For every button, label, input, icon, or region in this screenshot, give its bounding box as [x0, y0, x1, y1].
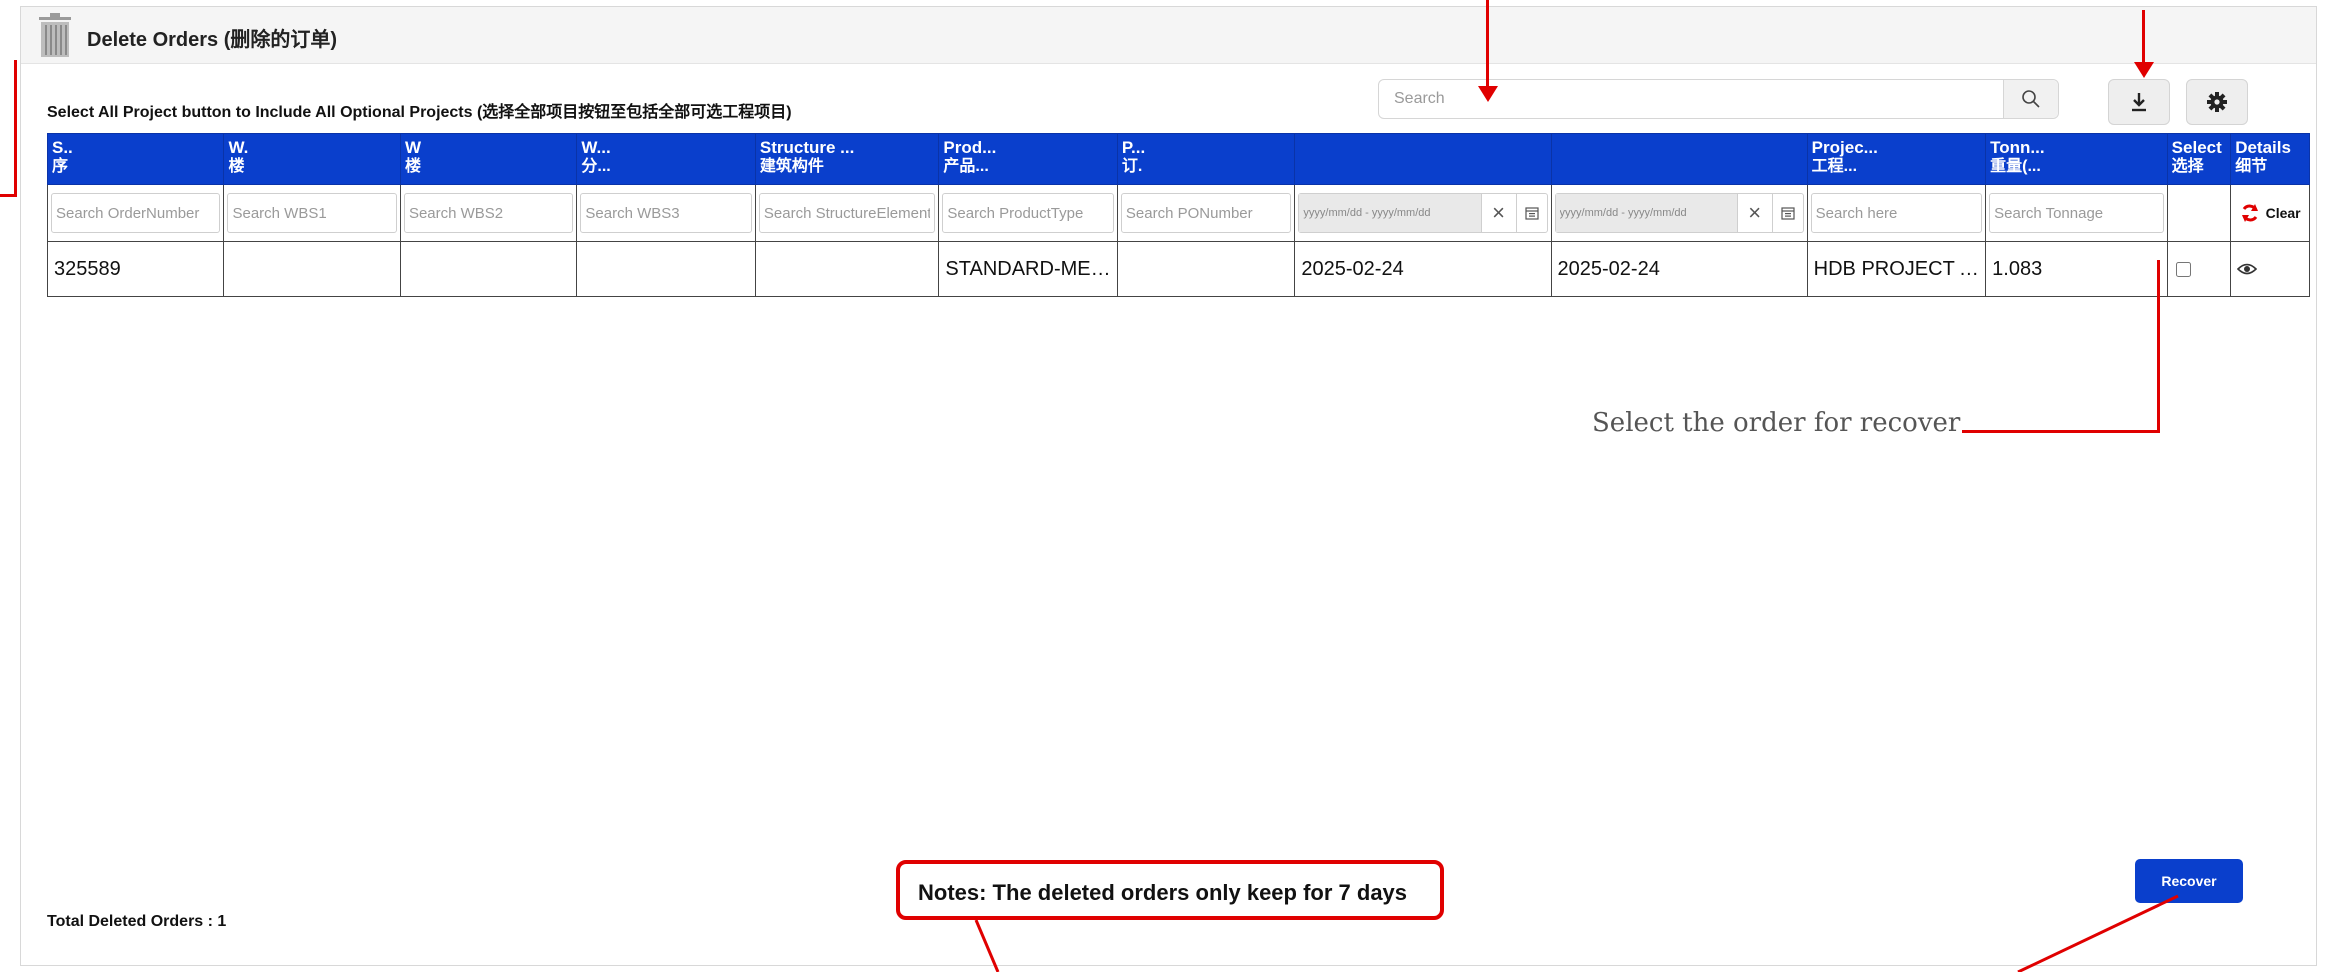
download-button[interactable] [2108, 79, 2170, 125]
settings-button[interactable] [2186, 79, 2248, 125]
eye-icon[interactable] [2237, 262, 2258, 276]
cell-order-number: 325589 [54, 257, 121, 280]
calendar-icon[interactable] [1515, 194, 1547, 232]
search-button[interactable] [2003, 80, 2058, 118]
page-title: Delete Orders (删除的订单) [87, 29, 338, 51]
col-header-project[interactable]: Projec... 工程... [1806, 133, 1987, 185]
col-header-tonnage[interactable]: Tonn... 重量(... [1985, 133, 2168, 185]
col-header-wbs3[interactable]: W... 分... [576, 133, 756, 185]
filter-wbs3[interactable] [580, 193, 752, 233]
col-header-date2[interactable] [1550, 133, 1808, 185]
delete-orders-panel: Delete Orders (删除的订单) Select All Project… [20, 6, 2317, 966]
select-all-instruction: Select All Project button to Include All… [47, 104, 792, 121]
filter-structure[interactable] [758, 193, 936, 233]
gear-icon [2207, 92, 2227, 112]
annotation-line-select-vertical [2157, 260, 2160, 433]
filter-wbs1[interactable] [227, 193, 397, 233]
calendar-icon[interactable] [1771, 194, 1803, 232]
cell-product: STANDARD-MESH [945, 257, 1117, 280]
filter-date1: × [1298, 193, 1548, 233]
refresh-icon [2241, 204, 2258, 222]
table-header-row: S.. 序 W. 楼 W楼 W... 分... Structure ... 建筑构件 P… [46, 133, 2310, 185]
col-header-po[interactable]: P... 订. [1116, 133, 1296, 185]
trash-icon [39, 13, 71, 57]
cell-date1: 2025-02-24 [1301, 257, 1404, 280]
filter-select-empty [2166, 184, 2232, 242]
col-header-wbs2[interactable]: W楼 [399, 133, 578, 185]
col-header-structure[interactable]: Structure ... 建筑构件 [754, 133, 940, 185]
filter-date2-input[interactable] [1555, 194, 1737, 232]
recover-button[interactable]: Recover [2135, 859, 2243, 903]
notes-text: Notes: The deleted orders only keep for … [918, 880, 1408, 905]
filter-po[interactable] [1120, 193, 1292, 233]
table-row[interactable]: 325589 STANDARD-MESH 2025-02-24 2025-02-… [46, 241, 2310, 297]
filter-date2: × [1554, 193, 1804, 233]
col-header-select: Select 选择 [2166, 133, 2232, 185]
col-header-date1[interactable] [1294, 133, 1552, 185]
col-header-order[interactable]: S.. 序 [46, 133, 225, 185]
download-icon [2132, 93, 2146, 112]
cell-tonnage: 1.083 [1992, 257, 2043, 280]
search-icon [2022, 90, 2040, 108]
clear-date1-icon[interactable]: × [1480, 194, 1516, 232]
filter-project[interactable] [1810, 193, 1983, 233]
col-header-details: Details 细节 [2230, 133, 2310, 185]
clear-filters-button[interactable]: Clear [2231, 203, 2309, 223]
filter-wbs2[interactable] [403, 193, 574, 233]
annotation-arrow-download [2134, 62, 2154, 78]
deleted-orders-table: S.. 序 W. 楼 W楼 W... 分... Structure ... 建筑构件 P… [46, 133, 2310, 297]
annotation-line-left-vertical [14, 60, 17, 197]
clear-date2-icon[interactable]: × [1736, 194, 1772, 232]
annotation-arrow-search [1478, 86, 1498, 102]
select-order-annotation: Select the order for recover [1592, 408, 1961, 438]
cell-project: HDB PROJECT A... [1813, 257, 1986, 280]
annotation-line-search [1486, 0, 1489, 92]
annotation-line-download [2142, 10, 2145, 68]
filter-date1-input[interactable] [1299, 194, 1481, 232]
col-header-wbs1[interactable]: W. 楼 [223, 133, 401, 185]
filter-order-number[interactable] [51, 193, 221, 233]
filter-product[interactable] [942, 193, 1114, 233]
filter-tonnage[interactable] [1989, 193, 2164, 233]
search-input[interactable] [1380, 81, 2000, 117]
filter-row: × × [46, 184, 2310, 242]
col-header-product[interactable]: Prod... 产品... [938, 133, 1118, 185]
annotation-line-select-horizontal [1962, 430, 2160, 433]
cell-date2: 2025-02-24 [1557, 257, 1660, 280]
panel-header: Delete Orders (删除的订单) [21, 7, 2316, 64]
row-select-checkbox[interactable] [2175, 261, 2191, 277]
total-deleted-orders: Total Deleted Orders : 1 [47, 913, 227, 930]
clear-label: Clear [2265, 205, 2301, 221]
notes-callout: Notes: The deleted orders only keep for … [896, 860, 1444, 920]
